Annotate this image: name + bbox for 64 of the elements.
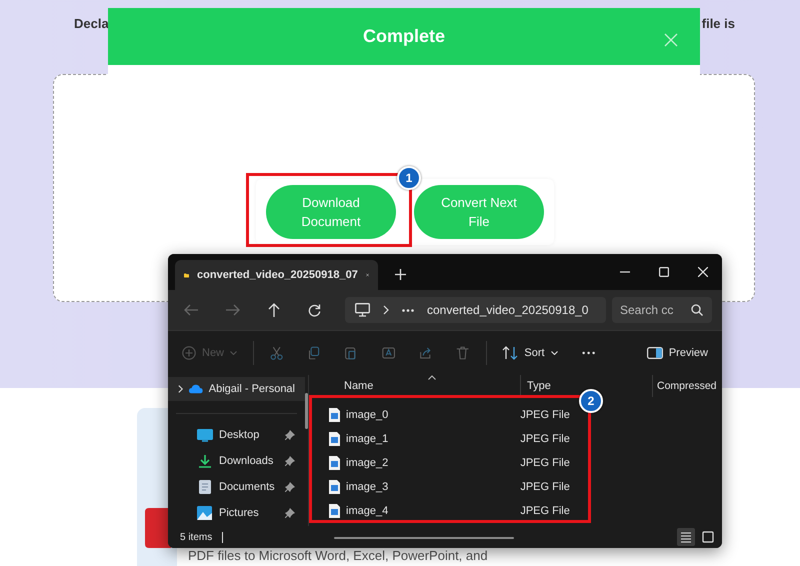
ellipsis-icon <box>402 308 414 312</box>
details-view-icon[interactable] <box>677 528 695 546</box>
caret-icon <box>550 351 558 355</box>
body-text: PDF files to Microsoft Word, Excel, PowerPoint, and <box>188 548 488 563</box>
image-file-icon <box>329 408 340 422</box>
plus-circle-icon <box>182 346 196 360</box>
tab[interactable]: converted_video_20250918_07 <box>175 260 378 290</box>
chevron-icon <box>178 384 184 394</box>
table-cell-text: JPEG File <box>520 481 571 493</box>
intro-text: file is <box>702 16 735 31</box>
sort-arrows-icon <box>502 346 518 360</box>
refresh-icon[interactable] <box>308 304 321 316</box>
document-icon <box>197 480 213 494</box>
table-cell-text: JPEG File <box>520 409 571 421</box>
cloud-icon <box>189 382 203 396</box>
file-item[interactable]: image_0 <box>329 408 520 422</box>
forward-arrow-icon[interactable] <box>226 304 240 316</box>
scrollbar-icon <box>305 393 308 429</box>
picture-icon <box>197 506 213 520</box>
sidebar-item[interactable]: Desktop <box>168 422 305 448</box>
preview-pane-icon <box>646 347 663 359</box>
dialog-title: Complete <box>362 26 445 47</box>
column-header[interactable]: Name <box>309 375 521 397</box>
pin-icon <box>285 508 295 518</box>
table-cell-text: JPEG File <box>520 457 571 469</box>
table-cell-text: JPEG File <box>520 505 571 517</box>
pin-icon <box>285 456 295 466</box>
sort-caret-icon <box>428 375 436 380</box>
sort-button[interactable]: Sort <box>502 346 558 360</box>
callout-badge: 2 <box>579 389 603 413</box>
search-icon[interactable] <box>691 304 703 316</box>
image-file-icon <box>329 504 340 518</box>
pin-icon <box>285 430 295 440</box>
file-item[interactable]: image_4 <box>329 504 520 518</box>
image-file-icon <box>329 480 340 494</box>
pin-icon <box>285 482 295 492</box>
up-arrow-icon[interactable] <box>268 303 280 317</box>
sidebar-item[interactable]: Abigail - Personal <box>168 377 305 402</box>
callout-badge: 1 <box>397 166 421 190</box>
plus-icon[interactable] <box>395 269 406 280</box>
download-icon <box>197 454 213 468</box>
back-arrow-icon[interactable] <box>184 304 198 316</box>
image-file-icon <box>329 432 340 446</box>
address-bar[interactable]: converted_video_20250918_0 <box>345 297 606 323</box>
maximize-icon[interactable] <box>659 267 669 277</box>
file-item[interactable]: image_3 <box>329 480 520 494</box>
status-text: 5 items <box>180 532 212 542</box>
file-item[interactable]: image_1 <box>329 432 520 446</box>
column-header[interactable]: Compressed <box>653 375 722 397</box>
sidebar-item[interactable]: Documents <box>168 474 305 500</box>
file-item[interactable]: image_2 <box>329 456 520 470</box>
monitor-icon <box>355 303 370 317</box>
chevron-icon <box>383 305 389 315</box>
image-file-icon <box>329 456 340 470</box>
sidebar-item[interactable]: Pictures <box>168 500 305 526</box>
table-cell-text: JPEG File <box>520 433 571 445</box>
search-field[interactable]: Search cc <box>612 297 712 323</box>
scrollbar-icon <box>334 537 514 539</box>
intro-text: Decla <box>74 16 109 31</box>
close-icon[interactable] <box>698 267 708 277</box>
caret-icon <box>230 351 238 355</box>
sidebar-item[interactable]: Downloads <box>168 448 305 474</box>
preview-button[interactable]: Preview <box>646 347 708 359</box>
desktop-icon <box>197 428 213 442</box>
